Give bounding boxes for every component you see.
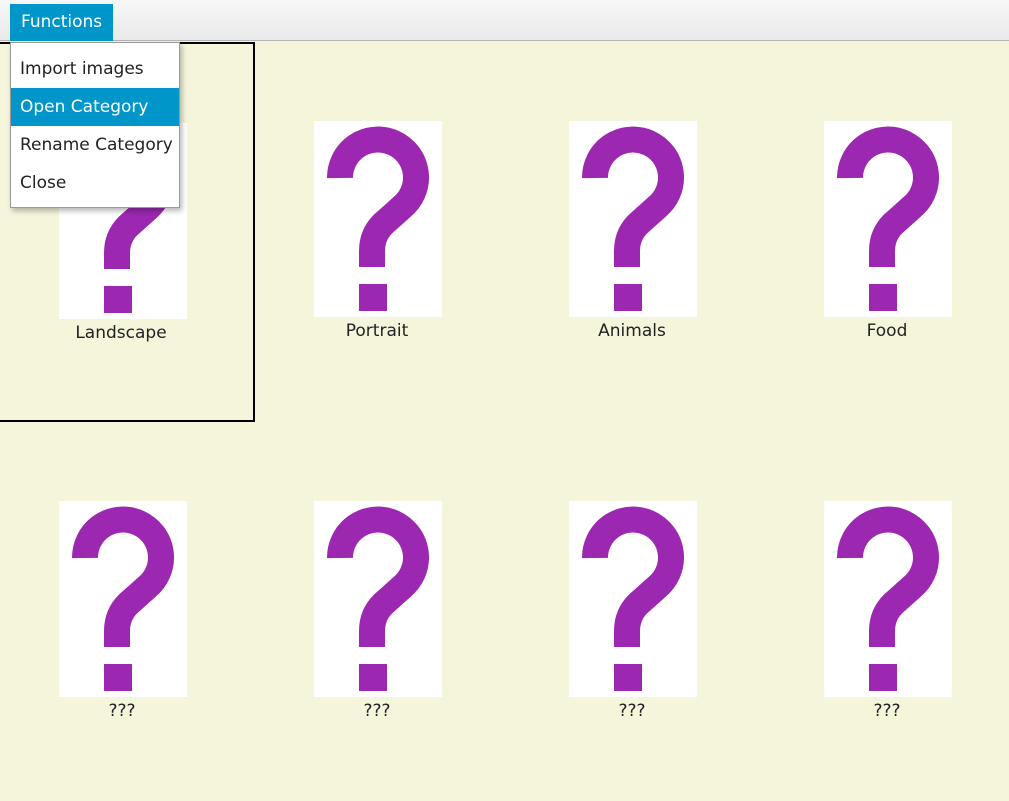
category-cell[interactable]: Food — [765, 42, 1009, 422]
menu-item-open-category[interactable]: Open Category — [11, 88, 179, 126]
category-cell[interactable]: ??? — [765, 422, 1009, 801]
menu-item-import-images[interactable]: Import images — [11, 50, 179, 88]
category-cell[interactable]: Animals — [510, 42, 765, 422]
category-label: ??? — [108, 701, 136, 721]
category-cell[interactable]: ??? — [255, 422, 510, 801]
category-cell[interactable]: Portrait — [255, 42, 510, 422]
menu-bar: Functions — [0, 0, 1009, 41]
category-label: ??? — [618, 701, 646, 721]
category-thumbnail — [314, 501, 442, 697]
category-thumbnail — [59, 501, 187, 697]
question-mark-icon — [59, 501, 187, 697]
menu-item-rename-category[interactable]: Rename Category — [11, 126, 179, 164]
category-thumbnail — [569, 121, 697, 317]
question-mark-icon — [824, 501, 952, 697]
category-label: Animals — [598, 321, 666, 341]
category-thumbnail — [824, 501, 952, 697]
functions-menu[interactable]: Functions — [10, 4, 114, 41]
category-label: ??? — [873, 701, 901, 721]
menu-item-close[interactable]: Close — [11, 164, 179, 202]
category-label: Landscape — [75, 323, 167, 343]
category-cell[interactable]: ??? — [510, 422, 765, 801]
question-mark-icon — [569, 121, 697, 317]
category-thumbnail — [314, 121, 442, 317]
category-label: Portrait — [345, 321, 409, 341]
question-mark-icon — [314, 501, 442, 697]
app-window: Functions Landscape Portrait Animals Foo… — [0, 0, 1009, 801]
functions-dropdown: Import images Open Category Rename Categ… — [10, 42, 180, 208]
category-label: ??? — [363, 701, 391, 721]
category-cell[interactable]: ??? — [0, 422, 255, 801]
category-thumbnail — [824, 121, 952, 317]
question-mark-icon — [569, 501, 697, 697]
question-mark-icon — [314, 121, 442, 317]
category-thumbnail — [569, 501, 697, 697]
question-mark-icon — [824, 121, 952, 317]
category-label: Food — [866, 321, 908, 341]
